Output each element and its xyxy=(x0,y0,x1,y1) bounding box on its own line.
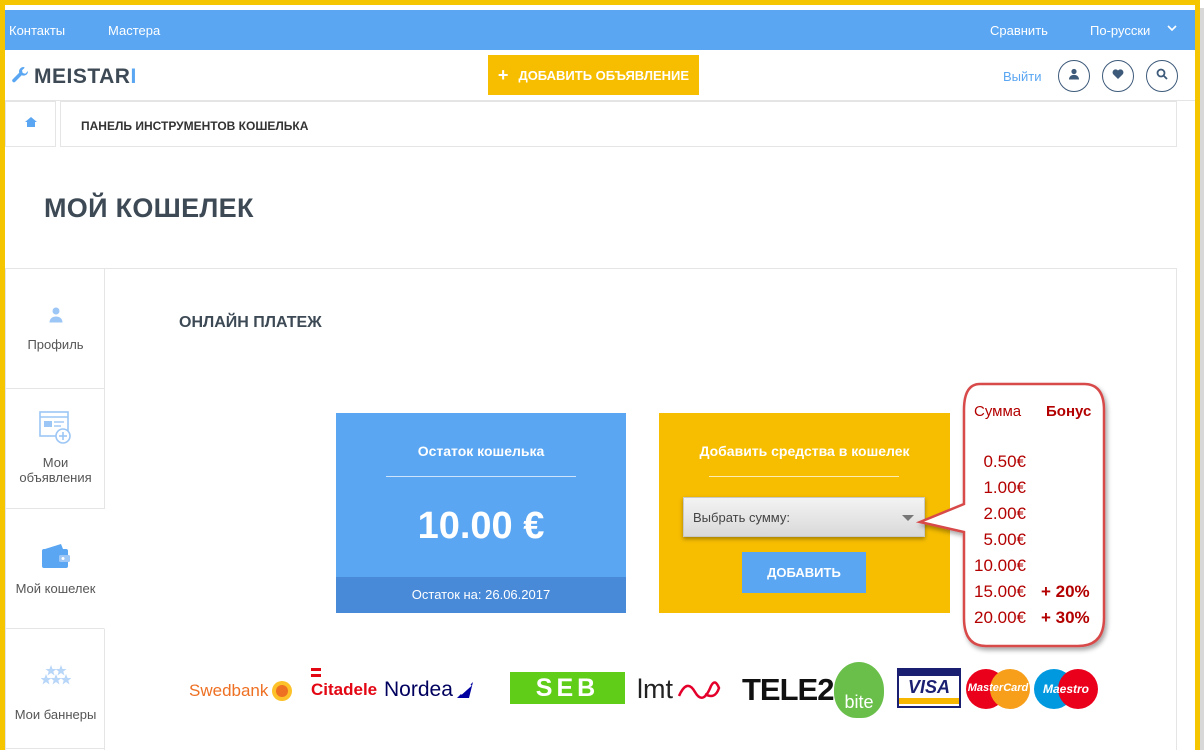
sum-value: 15.00€ xyxy=(974,582,1026,601)
citadele-logo[interactable]: Citadele xyxy=(311,668,377,700)
breadcrumb-current: ПАНЕЛЬ ИНСТРУМЕНТОВ КОШЕЛЬКА xyxy=(81,119,309,133)
balance-heading: Остаток кошелька xyxy=(417,443,545,459)
tele2-logo[interactable]: TELE2 xyxy=(742,672,834,708)
sidebar-item-wallet[interactable]: Мой кошелек xyxy=(6,509,105,629)
compare-link[interactable]: Сравнить xyxy=(990,23,1048,38)
sidebar-item-ads[interactable]: Мои объявления xyxy=(6,389,105,509)
bonus-value: + 30% xyxy=(1041,608,1090,627)
top-bar: Контакты Мастера Сравнить По-русски xyxy=(5,10,1195,50)
page-frame: Контакты Мастера Сравнить По-русски MEIS… xyxy=(0,0,1200,750)
user-button[interactable] xyxy=(1058,60,1090,92)
seb-logo[interactable]: SEB xyxy=(510,672,625,704)
mastercard-logo[interactable]: MasterCard xyxy=(965,668,1031,710)
sum-column-header: Сумма xyxy=(974,403,1022,420)
bonus-column-header: Бонус xyxy=(1046,403,1092,420)
balance-footer: Остаток на: 26.06.2017 xyxy=(336,577,626,613)
swedbank-oak-icon xyxy=(272,681,293,701)
add-funds-button[interactable]: ДОБАВИТЬ xyxy=(742,552,866,593)
add-ad-button[interactable]: + ДОБАВИТЬ ОБЪЯВЛЕНИЕ xyxy=(488,55,699,95)
heart-icon xyxy=(1112,67,1124,85)
visa-stripe xyxy=(899,698,959,704)
plus-icon: + xyxy=(497,64,509,85)
breadcrumb: ПАНЕЛЬ ИНСТРУМЕНТОВ КОШЕЛЬКА xyxy=(60,101,1177,147)
wallet-icon xyxy=(6,543,105,569)
page-title: МОЙ КОШЕЛЕК xyxy=(44,193,254,223)
contacts-link[interactable]: Контакты xyxy=(9,23,65,38)
sum-value: 2.00€ xyxy=(983,504,1026,523)
chevron-down-icon[interactable] xyxy=(1167,21,1177,36)
home-icon xyxy=(24,115,38,133)
user-icon xyxy=(1068,67,1080,85)
divider xyxy=(386,476,576,477)
user-icon xyxy=(6,307,105,323)
payment-logos: Swedbank Citadele Nordea SEB lmt TELE2 b… xyxy=(5,660,1195,720)
favorites-button[interactable] xyxy=(1102,60,1134,92)
sum-value: 5.00€ xyxy=(983,530,1026,549)
masters-link[interactable]: Мастера xyxy=(108,23,160,38)
maestro-logo[interactable]: Maestro xyxy=(1033,668,1099,710)
balance-card: Остаток кошелька 10.00 € Остаток на: 26.… xyxy=(336,413,626,613)
section-title: ОНЛАЙН ПЛАТЕЖ xyxy=(179,314,322,331)
logout-link[interactable]: Выйти xyxy=(1003,69,1042,84)
citadele-mark xyxy=(311,668,321,671)
nordea-sail-icon xyxy=(456,682,473,698)
sum-value: 20.00€ xyxy=(974,608,1026,627)
site-header: MEISTARI + ДОБАВИТЬ ОБЪЯВЛЕНИЕ Выйти xyxy=(5,50,1195,101)
amount-select[interactable]: Выбрать сумму: xyxy=(683,497,925,537)
lmt-swirl-icon xyxy=(677,680,721,699)
search-icon xyxy=(1156,67,1168,85)
visa-logo[interactable]: VISA xyxy=(897,668,961,708)
nordea-logo[interactable]: Nordea xyxy=(384,678,475,702)
sum-value: 10.00€ xyxy=(974,556,1026,575)
add-funds-heading: Добавить средства в кошелек xyxy=(699,443,910,459)
lmt-logo[interactable]: lmt xyxy=(637,674,721,705)
bonus-value: + 20% xyxy=(1041,582,1090,601)
language-select[interactable]: По-русски xyxy=(1090,23,1150,38)
logo[interactable]: MEISTARI xyxy=(10,65,137,91)
balance-amount: 10.00 € xyxy=(417,505,545,547)
add-funds-card: Добавить средства в кошелек Выбрать сумм… xyxy=(659,413,950,613)
sidebar-item-profile[interactable]: Профиль xyxy=(6,269,105,389)
bite-logo[interactable]: bite xyxy=(834,662,884,718)
breadcrumb-home[interactable] xyxy=(5,101,56,147)
sum-value: 0.50€ xyxy=(983,452,1026,471)
wrench-icon xyxy=(10,65,30,91)
citadele-mark xyxy=(311,674,321,677)
swedbank-logo[interactable]: Swedbank xyxy=(189,680,293,702)
divider xyxy=(709,476,899,477)
ads-icon xyxy=(6,411,105,445)
sum-value: 1.00€ xyxy=(983,478,1026,497)
search-button[interactable] xyxy=(1146,60,1178,92)
frame-shadow xyxy=(1200,8,1204,750)
bonus-callout: Сумма Бонус 0.50€ 1.00€ 2.00€ 5.00€ 10.0… xyxy=(915,380,1108,650)
